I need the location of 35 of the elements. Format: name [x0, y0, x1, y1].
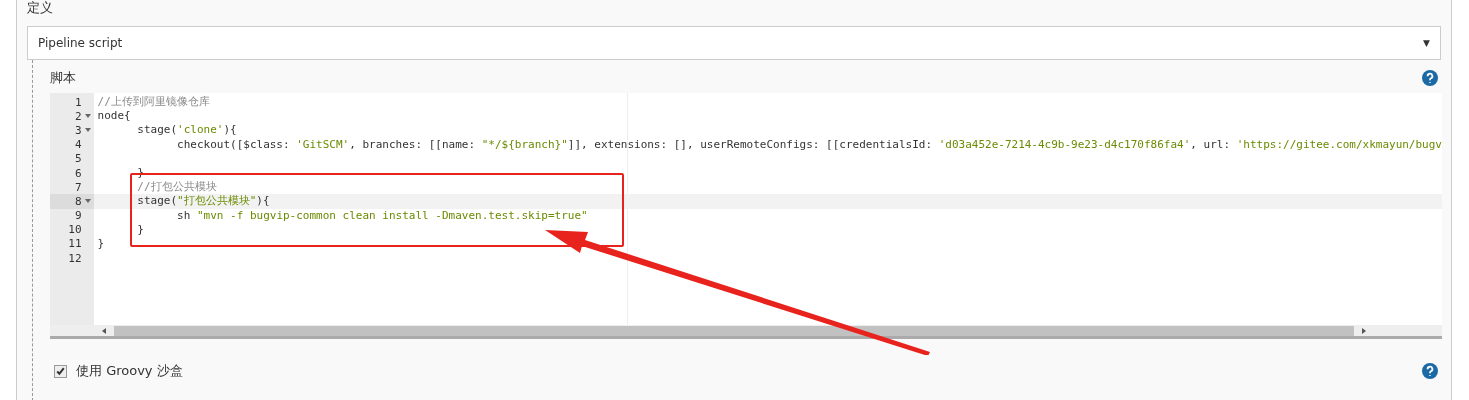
- script-label: 脚本: [50, 69, 76, 87]
- fold-arrow-icon[interactable]: [84, 128, 91, 133]
- line-number: 8: [74, 194, 82, 208]
- scroll-right-icon[interactable]: [1362, 327, 1366, 334]
- code-line: }: [97, 236, 105, 250]
- line-number: 7: [74, 180, 82, 194]
- scroll-left-icon[interactable]: [102, 327, 106, 334]
- line-number: 9: [74, 209, 82, 223]
- code-line: stage("打包公共模块"){: [136, 194, 270, 208]
- help-icon[interactable]: [1422, 70, 1438, 86]
- code-line: checkout([$class: 'GitSCM', branches: [[name: "*/${branch}"]], extensions: [], userRemoteConfigs: [[credentialsId: 'd03a452e-7214-4c9b-9e23-d4c170f86fa4', url: 'https://gitee.com/xkmayun/bugv: [176, 137, 1442, 151]
- pipeline-select[interactable]: Pipeline script ▼: [27, 26, 1441, 60]
- line-number: 5: [74, 152, 82, 166]
- code-line: stage('clone'){: [136, 123, 237, 137]
- definition-label: 定义: [27, 0, 54, 16]
- line-number: 1: [74, 95, 82, 109]
- line-number: 10: [68, 223, 82, 237]
- line-number: 11: [68, 237, 82, 251]
- code-editor[interactable]: [50, 93, 1442, 339]
- line-number: 4: [74, 138, 82, 152]
- line-number: 3: [74, 123, 82, 137]
- horizontal-scrollbar[interactable]: [50, 325, 1442, 336]
- code-line: }: [136, 222, 144, 236]
- help-icon[interactable]: [1422, 363, 1438, 379]
- line-number: 12: [68, 251, 82, 265]
- fold-arrow-icon[interactable]: [84, 114, 91, 119]
- code-line: sh "mvn -f bugvip-common clean install -Dmaven.test.skip=true": [176, 208, 588, 222]
- line-number: 2: [74, 109, 82, 123]
- code-line: node{: [97, 109, 131, 123]
- line-number: 6: [74, 166, 82, 180]
- checkbox[interactable]: [54, 364, 67, 378]
- sandbox-label: 使用 Groovy 沙盒: [76, 362, 183, 380]
- code-line: //上传到阿里镜像仓库: [97, 95, 210, 108]
- fold-arrow-icon[interactable]: [84, 199, 91, 204]
- code-line: //打包公共模块: [136, 180, 217, 194]
